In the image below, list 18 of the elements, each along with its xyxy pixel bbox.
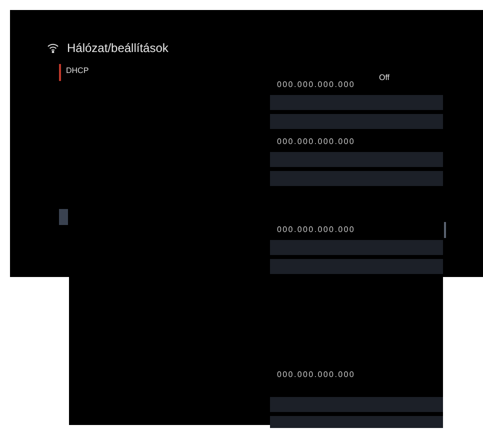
input-field[interactable] xyxy=(270,95,443,110)
ip-address-text: 000.000.000.000 xyxy=(276,136,356,148)
wifi-icon xyxy=(47,43,59,53)
scrollbar-thumb[interactable] xyxy=(444,222,446,238)
input-field[interactable] xyxy=(270,171,443,186)
input-field[interactable] xyxy=(270,114,443,129)
scroll-marker xyxy=(59,209,68,225)
ip-address-text: 000.000.000.000 xyxy=(276,369,356,381)
input-field[interactable] xyxy=(270,152,443,167)
page-title: Hálózat/beállítások xyxy=(67,41,168,55)
input-field[interactable] xyxy=(270,397,443,412)
ip-address-text: 000.000.000.000 xyxy=(276,224,356,236)
dhcp-menu-item[interactable]: DHCP xyxy=(59,64,270,81)
input-field[interactable] xyxy=(270,416,443,428)
input-field[interactable] xyxy=(270,259,443,274)
input-field[interactable] xyxy=(270,240,443,255)
dhcp-state-text: Off xyxy=(379,73,390,82)
ip-address-text: 000.000.000.000 xyxy=(276,79,356,91)
